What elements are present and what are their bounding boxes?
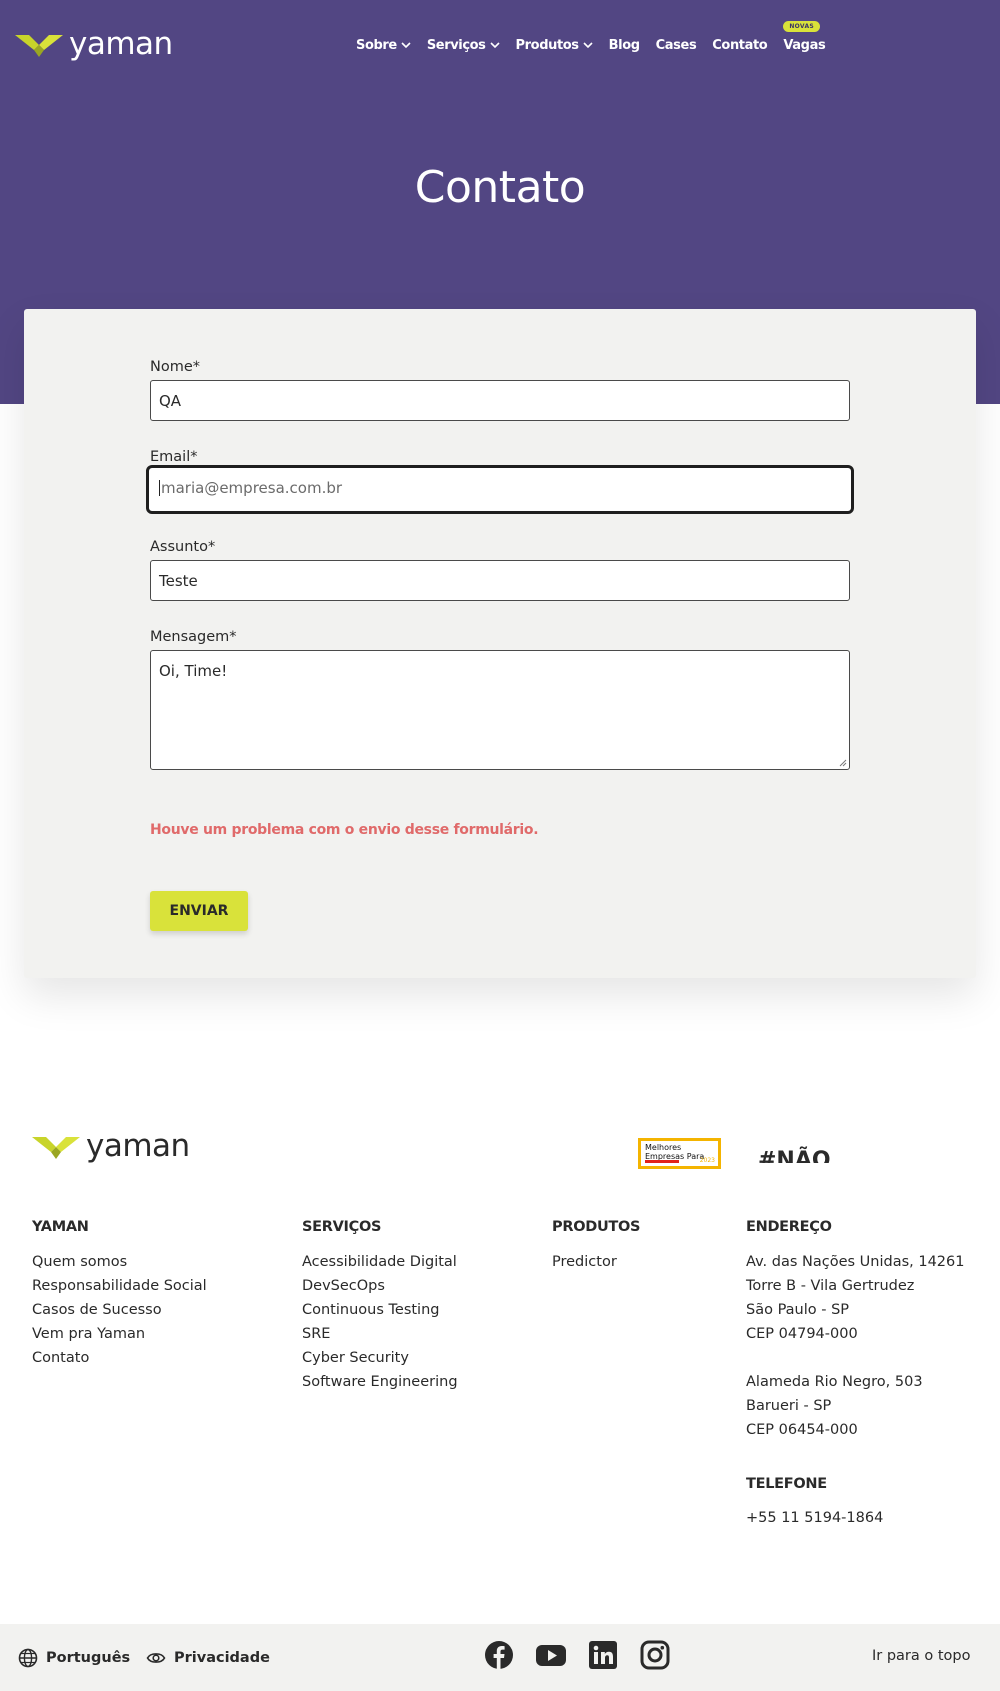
nav-label: Cases [655, 38, 697, 53]
main-nav: Sobre Serviços Produtos Blog Cases Conta… [356, 21, 826, 53]
email-label: Email* [150, 449, 198, 465]
privacy-link[interactable]: Privacidade [146, 1648, 270, 1668]
award-bar [645, 1160, 679, 1163]
yaman-logo-mark-icon [15, 34, 63, 57]
assunto-label: Assunto* [150, 539, 216, 555]
nav-label: Produtos [515, 38, 580, 53]
form-error-message: Houve um problema com o envio desse form… [150, 822, 539, 838]
footer-link[interactable]: Responsabilidade Social [32, 1274, 207, 1298]
chevron-down-icon [489, 42, 500, 49]
mensagem-value: Oi, Time! [159, 662, 228, 680]
nav-item-produtos[interactable]: Produtos [516, 38, 593, 53]
address-line: CEP 04794-000 [746, 1326, 858, 1342]
address-line: Torre B - Vila Gertrudez [746, 1278, 915, 1294]
linkedin-icon[interactable] [588, 1640, 618, 1670]
footer-link[interactable]: Continuous Testing [302, 1298, 458, 1322]
chevron-down-icon [401, 42, 411, 49]
phone-number[interactable]: +55 11 5194-1864 [746, 1506, 883, 1530]
nav-label: Vagas [783, 38, 826, 53]
nav-item-sobre[interactable]: Sobre [356, 38, 411, 53]
footer-col-title-produtos: PRODUTOS [552, 1219, 641, 1235]
submit-button[interactable]: ENVIAR [150, 891, 248, 931]
address-line: CEP 06454-000 [746, 1422, 858, 1438]
mensagem-label: Mensagem* [150, 629, 237, 645]
nome-label: Nome* [150, 359, 201, 375]
footer-link[interactable]: DevSecOps [302, 1274, 458, 1298]
nav-item-vagas[interactable]: NOVAS Vagas [783, 21, 826, 53]
nome-input[interactable]: QA [150, 380, 850, 421]
award-year: 2023 [699, 1157, 715, 1164]
footer-link[interactable]: Acessibilidade Digital [302, 1250, 458, 1274]
language-selector[interactable]: Português [18, 1648, 130, 1668]
footer-link[interactable]: Casos de Sucesso [32, 1298, 207, 1322]
footer-list-yaman: Quem somos Responsabilidade Social Casos… [32, 1250, 207, 1370]
nav-item-blog[interactable]: Blog [609, 38, 640, 53]
instagram-icon[interactable] [640, 1640, 670, 1670]
bottom-bar: Português Privacidade Ir para o topo [0, 1624, 1000, 1691]
youtube-icon[interactable] [536, 1640, 566, 1670]
footer-col-title-endereco: ENDEREÇO [746, 1219, 832, 1235]
brand-name: yaman [86, 1128, 190, 1164]
privacy-label: Privacidade [174, 1650, 270, 1666]
new-badge: NOVAS [783, 21, 821, 32]
award-melhores-empresas-badge: Melhores Empresas Para 2023 [638, 1138, 721, 1169]
nav-item-contato[interactable]: Contato [712, 38, 767, 53]
address-line: São Paulo - SP [746, 1302, 850, 1318]
globe-icon [18, 1648, 38, 1668]
footer-link[interactable]: Predictor [552, 1250, 617, 1274]
nav-label: Sobre [356, 38, 397, 53]
address-sao-paulo: Av. das Nações Unidas, 14261 Torre B - V… [746, 1250, 964, 1346]
address-line: Barueri - SP [746, 1398, 832, 1414]
footer-link[interactable]: Quem somos [32, 1250, 207, 1274]
footer-col-title-yaman: YAMAN [32, 1219, 89, 1235]
footer-link[interactable]: Vem pra Yaman [32, 1322, 207, 1346]
address-barueri: Alameda Rio Negro, 503 Barueri - SP CEP … [746, 1370, 923, 1442]
footer-col-title-servicos: SERVIÇOS [302, 1219, 382, 1235]
facebook-icon[interactable] [484, 1640, 514, 1670]
yaman-logo-mark-icon [32, 1136, 80, 1159]
eye-icon [146, 1653, 166, 1663]
assunto-input[interactable]: Teste [150, 560, 850, 601]
nav-item-servicos[interactable]: Serviços [427, 38, 500, 53]
yaman-logo[interactable]: yaman [15, 29, 173, 60]
language-label: Português [46, 1650, 131, 1666]
footer-yaman-logo[interactable]: yaman [32, 1131, 190, 1162]
nav-item-cases[interactable]: Cases [656, 38, 697, 53]
email-placeholder: maria@empresa.com.br [161, 479, 343, 497]
chevron-down-icon [583, 42, 593, 49]
footer-list-servicos: Acessibilidade Digital DevSecOps Continu… [302, 1250, 458, 1394]
award-line: Melhores [645, 1143, 682, 1152]
award-nao-badge: #NÃO [758, 1148, 831, 1163]
footer-link[interactable]: SRE [302, 1322, 458, 1346]
footer-col-title-telefone: TELEFONE [746, 1476, 827, 1492]
back-to-top-link[interactable]: Ir para o topo [872, 1648, 971, 1664]
footer-list-produtos: Predictor [552, 1250, 617, 1274]
resize-handle-icon[interactable] [839, 759, 847, 767]
text-caret [159, 480, 160, 496]
mensagem-textarea[interactable]: Oi, Time! [150, 650, 850, 770]
page-title: Contato [414, 162, 586, 213]
footer-link[interactable]: Contato [32, 1346, 207, 1370]
nav-label: Serviços [426, 38, 486, 53]
contact-form-card: Nome* QA Email* maria@empresa.com.br Ass… [24, 309, 976, 978]
address-line: Alameda Rio Negro, 503 [746, 1374, 923, 1390]
nav-label: Blog [608, 38, 640, 53]
footer-link[interactable]: Software Engineering [302, 1370, 458, 1394]
footer-link[interactable]: Cyber Security [302, 1346, 458, 1370]
email-input[interactable]: maria@empresa.com.br [146, 465, 854, 514]
address-line: Av. das Nações Unidas, 14261 [746, 1254, 965, 1270]
nav-label: Contato [712, 38, 768, 53]
brand-name: yaman [69, 26, 173, 62]
